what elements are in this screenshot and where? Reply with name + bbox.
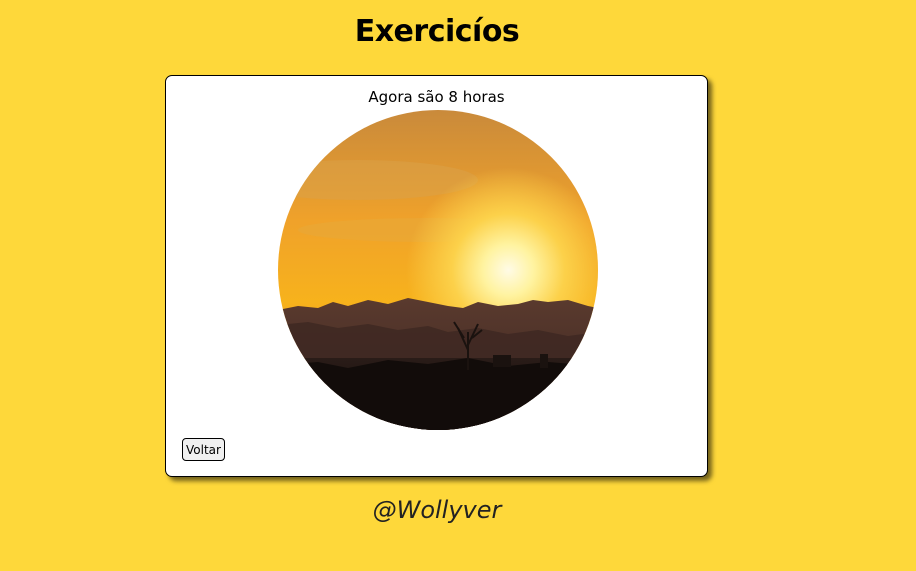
page-title: Exercicíos [354, 14, 520, 49]
back-button[interactable]: Voltar [182, 438, 225, 461]
footer-credit: @Wollyver [372, 496, 502, 524]
time-message: Agora são 8 horas [368, 88, 505, 106]
content-card: Agora são 8 horas Voltar [165, 75, 708, 477]
sunrise-image [278, 110, 598, 430]
page: Exercicíos Agora são 8 horas Voltar @Wol… [0, 0, 916, 571]
